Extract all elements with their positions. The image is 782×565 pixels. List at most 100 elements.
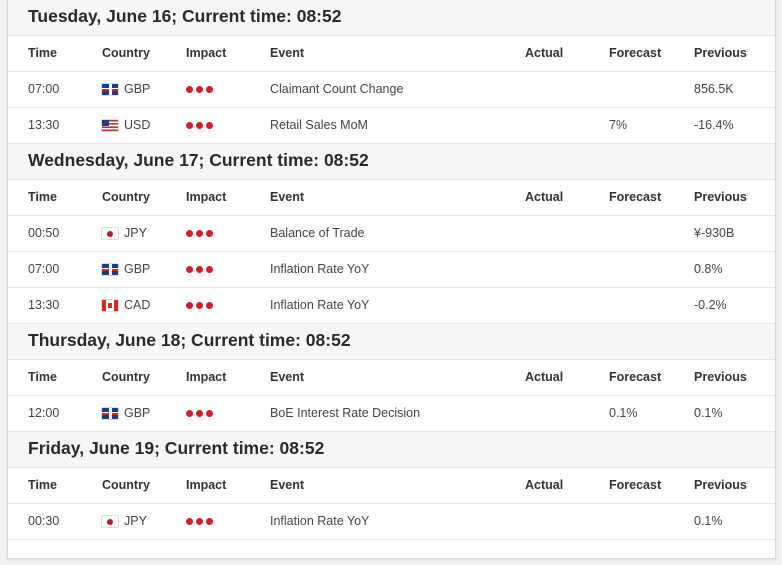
- col-forecast-header: Forecast: [609, 46, 662, 60]
- event-country: CAD: [102, 288, 150, 323]
- impact-dot-icon: [196, 86, 203, 93]
- event-name[interactable]: Inflation Rate YoY: [270, 504, 369, 539]
- col-time-header: Time: [28, 478, 57, 492]
- gb-flag-icon: [102, 408, 118, 419]
- event-previous: 856.5K: [694, 82, 734, 96]
- currency-code: CAD: [124, 298, 151, 312]
- impact-dot-icon: [206, 518, 213, 525]
- impact-dot-icon: [196, 266, 203, 273]
- day-header: Tuesday, June 16; Current time: 08:52: [8, 0, 775, 36]
- col-impact-header: Impact: [186, 46, 227, 60]
- col-event-header: Event: [270, 370, 305, 384]
- event-row[interactable]: 13:30 USD Retail Sales MoM 7% -16.4%: [8, 108, 775, 144]
- event-previous: -0.2%: [694, 298, 727, 312]
- us-flag-icon: [102, 120, 118, 131]
- impact-dot-icon: [196, 518, 203, 525]
- impact-dot-icon: [186, 266, 193, 273]
- column-header-row: Time Country Impact Event Actual Forecas…: [8, 180, 775, 216]
- col-event-header: Event: [270, 46, 305, 60]
- col-impact-header: Impact: [186, 478, 227, 492]
- day-header: Thursday, June 18; Current time: 08:52: [8, 324, 775, 360]
- col-time-header: Time: [28, 190, 57, 204]
- col-actual-header: Actual: [525, 370, 564, 384]
- jp-flag-icon: [102, 228, 118, 239]
- column-header-row: Time Country Impact Event Actual Forecas…: [8, 360, 775, 396]
- col-time-header: Time: [28, 46, 57, 60]
- col-country-header: Country: [102, 370, 150, 384]
- event-time: 07:00: [28, 262, 60, 276]
- col-impact-header: Impact: [186, 370, 227, 384]
- event-forecast: 7%: [609, 118, 628, 132]
- currency-code: JPY: [124, 514, 147, 528]
- col-forecast-header: Forecast: [609, 190, 662, 204]
- event-forecast: 0.1%: [609, 406, 638, 420]
- impact-dot-icon: [186, 410, 193, 417]
- col-event-header: Event: [270, 478, 305, 492]
- impact-dot-icon: [206, 230, 213, 237]
- impact-indicator: [186, 252, 213, 287]
- col-previous-header: Previous: [694, 190, 747, 204]
- day-header: Wednesday, June 17; Current time: 08:52: [8, 144, 775, 180]
- event-name[interactable]: Claimant Count Change: [270, 72, 403, 107]
- event-name[interactable]: BoE Interest Rate Decision: [270, 396, 420, 431]
- impact-dot-icon: [196, 230, 203, 237]
- event-time: 12:00: [28, 406, 60, 420]
- event-previous: -16.4%: [694, 118, 734, 132]
- event-row[interactable]: 07:00 GBP Inflation Rate YoY 0.8%: [8, 252, 775, 288]
- event-row[interactable]: 00:50 JPY Balance of Trade ¥-930B: [8, 216, 775, 252]
- event-country: USD: [102, 108, 150, 143]
- col-country-header: Country: [102, 190, 150, 204]
- impact-indicator: [186, 396, 213, 431]
- event-time: 13:30: [28, 118, 60, 132]
- event-previous: 0.8%: [694, 262, 723, 276]
- event-name[interactable]: Inflation Rate YoY: [270, 252, 369, 287]
- column-header-row: Time Country Impact Event Actual Forecas…: [8, 36, 775, 72]
- impact-indicator: [186, 504, 213, 539]
- impact-indicator: [186, 72, 213, 107]
- impact-dot-icon: [206, 86, 213, 93]
- col-forecast-header: Forecast: [609, 478, 662, 492]
- col-previous-header: Previous: [694, 46, 747, 60]
- col-actual-header: Actual: [525, 190, 564, 204]
- event-country: JPY: [102, 504, 147, 539]
- impact-dot-icon: [196, 302, 203, 309]
- impact-dot-icon: [186, 518, 193, 525]
- event-name[interactable]: Inflation Rate YoY: [270, 288, 369, 323]
- event-time: 00:50: [28, 226, 60, 240]
- impact-dot-icon: [206, 122, 213, 129]
- impact-dot-icon: [206, 302, 213, 309]
- jp-flag-icon: [102, 516, 118, 527]
- event-row[interactable]: 12:00 GBP BoE Interest Rate Decision 0.1…: [8, 396, 775, 432]
- currency-code: JPY: [124, 226, 147, 240]
- col-time-header: Time: [28, 370, 57, 384]
- event-country: GBP: [102, 72, 150, 107]
- impact-indicator: [186, 216, 213, 251]
- economic-calendar: Tuesday, June 16; Current time: 08:52 Ti…: [7, 0, 776, 559]
- col-previous-header: Previous: [694, 478, 747, 492]
- event-time: 13:30: [28, 298, 60, 312]
- event-row[interactable]: 07:00 GBP Claimant Count Change 856.5K: [8, 72, 775, 108]
- impact-dot-icon: [186, 86, 193, 93]
- event-row[interactable]: 13:30 CAD Inflation Rate YoY -0.2%: [8, 288, 775, 324]
- event-previous: 0.1%: [694, 514, 723, 528]
- ca-flag-icon: [102, 300, 118, 311]
- col-country-header: Country: [102, 46, 150, 60]
- event-row[interactable]: 00:30 JPY Inflation Rate YoY 0.1%: [8, 504, 775, 540]
- impact-dot-icon: [206, 266, 213, 273]
- impact-dot-icon: [186, 122, 193, 129]
- event-name[interactable]: Retail Sales MoM: [270, 108, 368, 143]
- event-time: 00:30: [28, 514, 60, 528]
- event-name[interactable]: Balance of Trade: [270, 216, 365, 251]
- gb-flag-icon: [102, 84, 118, 95]
- currency-code: GBP: [124, 262, 151, 276]
- impact-indicator: [186, 288, 213, 323]
- impact-dot-icon: [206, 410, 213, 417]
- gb-flag-icon: [102, 264, 118, 275]
- column-header-row: Time Country Impact Event Actual Forecas…: [8, 468, 775, 504]
- impact-dot-icon: [196, 410, 203, 417]
- col-impact-header: Impact: [186, 190, 227, 204]
- impact-dot-icon: [186, 230, 193, 237]
- event-previous: 0.1%: [694, 406, 723, 420]
- impact-dot-icon: [196, 122, 203, 129]
- currency-code: GBP: [124, 406, 151, 420]
